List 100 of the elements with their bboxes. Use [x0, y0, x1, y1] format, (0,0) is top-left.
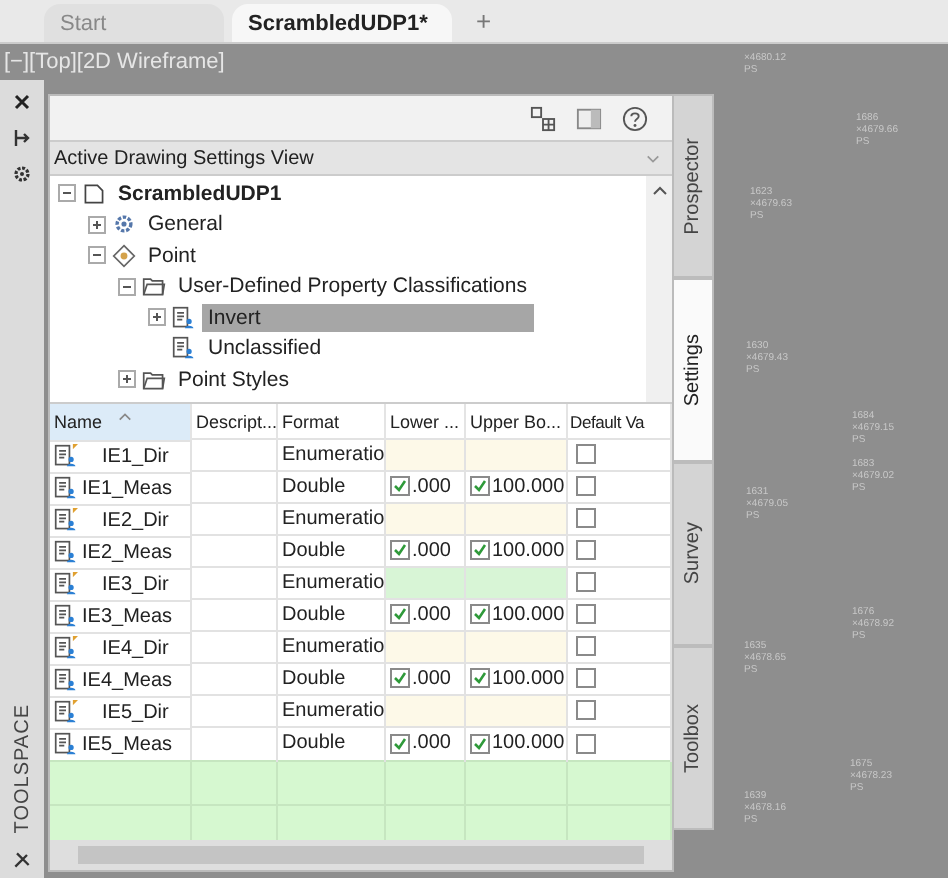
point-icon	[112, 243, 136, 268]
checkbox[interactable]	[576, 733, 596, 754]
tree-item[interactable]: Invert	[202, 303, 534, 332]
check-icon	[392, 606, 408, 623]
new-tab-button[interactable]: +	[460, 4, 508, 42]
table-cell: Enumeratio	[282, 636, 383, 658]
tree-item[interactable]: Unclassified	[202, 334, 328, 363]
settings-icon[interactable]	[12, 164, 32, 184]
table-cell: IE1_Dir	[102, 445, 169, 467]
checkbox[interactable]	[470, 540, 490, 561]
checkbox[interactable]	[470, 476, 490, 497]
table-cell: .000	[412, 476, 451, 498]
table-cell: .000	[412, 604, 451, 626]
table-cell: IE4_Meas	[82, 669, 173, 691]
checkbox[interactable]	[390, 476, 410, 497]
table-cell: IE1_Meas	[82, 477, 173, 499]
side-tab[interactable]: Settings	[674, 278, 714, 462]
check-icon	[472, 735, 488, 752]
table-cell: .000	[412, 668, 451, 690]
tree-item[interactable]: User-Defined Property Classifications	[172, 272, 533, 301]
table-cell: 100.000	[492, 732, 565, 755]
table-cell: Enumeratio	[282, 700, 383, 722]
document-tab[interactable]: ScrambledUDP1*	[232, 4, 452, 42]
checkbox[interactable]	[470, 733, 490, 754]
table-cell: Double	[282, 604, 346, 626]
checkbox[interactable]	[470, 604, 490, 625]
side-tab[interactable]: Prospector	[674, 94, 714, 278]
table-cell: Double	[282, 732, 346, 755]
table-icon[interactable]	[530, 105, 556, 131]
checkbox[interactable]	[390, 540, 410, 561]
table-cell: .000	[412, 540, 451, 562]
checkbox[interactable]	[576, 540, 596, 561]
tree-item[interactable]: Point Styles	[172, 365, 295, 394]
collapse-icon[interactable]	[58, 184, 76, 203]
panel-icon[interactable]	[576, 105, 602, 131]
chevron-icon	[646, 153, 660, 163]
close-icon[interactable]	[12, 92, 32, 112]
table-cell: Double	[282, 668, 346, 690]
check-icon	[392, 478, 408, 495]
table-cell: IE3_Dir	[102, 573, 169, 595]
checkbox[interactable]	[576, 476, 596, 497]
column-header[interactable]: Upper Bo...	[465, 404, 567, 439]
checkbox[interactable]	[390, 668, 410, 689]
checkbox[interactable]	[390, 604, 410, 625]
checkbox[interactable]	[576, 700, 596, 721]
table-cell: IE4_Dir	[102, 637, 169, 659]
table-cell: 100.000	[492, 540, 565, 562]
checkbox[interactable]	[576, 604, 596, 625]
tree-item[interactable]: ScrambledUDP1	[112, 179, 288, 208]
view-dropdown[interactable]: Active Drawing Settings View	[50, 140, 672, 176]
check-icon	[392, 670, 408, 687]
collapse-icon[interactable]	[88, 246, 106, 265]
table-cell: 100.000	[492, 476, 565, 498]
property-icon	[172, 305, 196, 330]
checkbox[interactable]	[470, 668, 490, 689]
expand-icon[interactable]	[88, 215, 106, 234]
table-cell: Enumeratio	[282, 444, 383, 466]
check-icon	[392, 542, 408, 559]
property-icon	[172, 336, 196, 361]
gear-icon	[112, 212, 136, 237]
check-icon	[392, 735, 408, 752]
checkbox[interactable]	[576, 668, 596, 689]
side-tab[interactable]: Survey	[674, 462, 714, 646]
checkbox[interactable]	[576, 444, 596, 465]
collapse-icon[interactable]	[118, 277, 136, 296]
table-cell: Enumeratio	[282, 572, 383, 594]
check-icon	[472, 670, 488, 687]
side-tab[interactable]: Toolbox	[674, 646, 714, 830]
dock-icon[interactable]	[12, 128, 32, 148]
column-header[interactable]: Lower ...	[385, 404, 465, 439]
table-cell: Double	[282, 540, 346, 562]
table-cell: 100.000	[492, 668, 565, 690]
table-cell: Enumeratio	[282, 508, 383, 530]
expand-icon[interactable]	[118, 370, 136, 389]
check-icon	[472, 542, 488, 559]
table-cell: IE2_Dir	[102, 509, 169, 531]
checkbox[interactable]	[390, 733, 410, 754]
table-cell: IE2_Meas	[82, 541, 173, 563]
column-header[interactable]: Default Va	[567, 404, 671, 439]
table-cell: IE5_Meas	[82, 733, 173, 755]
checkbox[interactable]	[576, 508, 596, 529]
folder-icon	[142, 274, 166, 299]
tree-item[interactable]: General	[142, 210, 229, 239]
palette-title: TOOLSPACE	[11, 704, 33, 834]
checkbox[interactable]	[576, 572, 596, 593]
scrollbar[interactable]	[646, 176, 672, 402]
table-cell: IE5_Dir	[102, 701, 169, 723]
expand-icon[interactable]	[148, 308, 166, 327]
column-header[interactable]: Name	[50, 404, 191, 439]
document-icon	[82, 181, 106, 206]
table-cell: IE3_Meas	[82, 605, 173, 627]
folder-icon	[142, 367, 166, 392]
column-header[interactable]: Format	[277, 404, 385, 439]
check-icon	[472, 606, 488, 623]
help-icon[interactable]	[622, 105, 648, 131]
table-cell: 100.000	[492, 604, 565, 626]
tree-item[interactable]: Point	[142, 241, 202, 270]
column-header[interactable]: Descript...	[191, 404, 277, 439]
scrollbar[interactable]	[50, 840, 672, 870]
checkbox[interactable]	[576, 636, 596, 657]
